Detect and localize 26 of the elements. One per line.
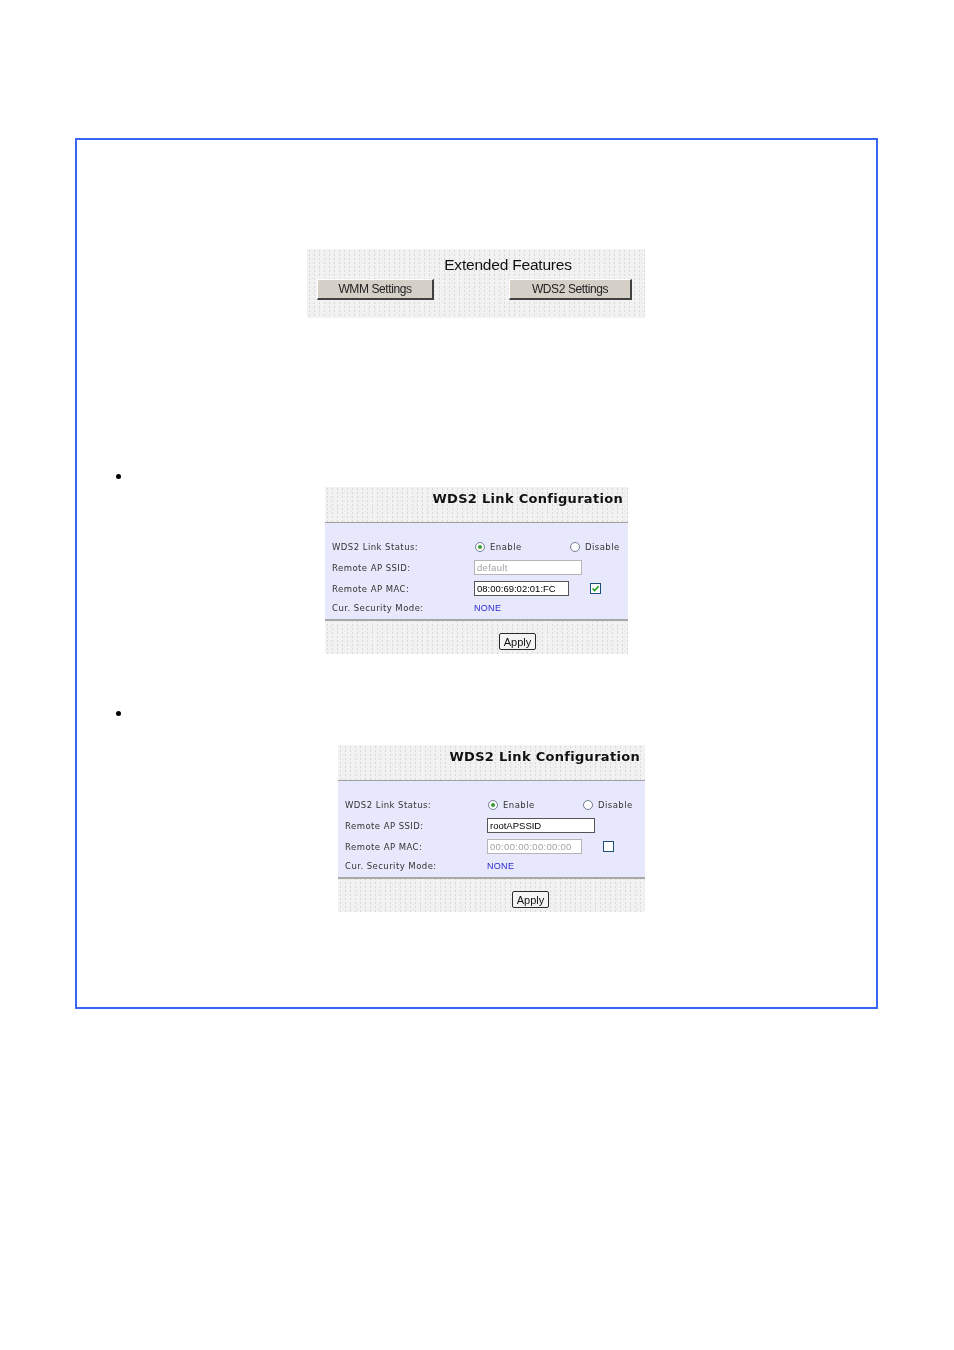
bullet-icon: [116, 711, 121, 716]
settings-button[interactable]: WMM Settings: [317, 279, 434, 300]
radio-option[interactable]: Enable: [487, 799, 582, 810]
field-label: Cur. Security Mode:: [331, 602, 425, 613]
panel-title: Extended Features: [443, 256, 573, 274]
field-label: Cur. Security Mode:: [344, 860, 438, 871]
field-label: WDS2 Link Status:: [344, 799, 433, 810]
apply-button[interactable]: Apply: [512, 891, 549, 908]
text-field[interactable]: rootAPSSID: [487, 818, 595, 833]
settings-button[interactable]: WDS2 Settings: [509, 279, 632, 300]
radio-option[interactable]: Enable: [474, 541, 569, 552]
field-label: Remote AP SSID:: [331, 562, 412, 573]
security-mode-value: NONE: [474, 602, 502, 613]
field-label: Remote AP MAC:: [331, 583, 411, 594]
panel-title: WDS2 Link Configuration: [449, 749, 640, 764]
security-mode-value: NONE: [487, 860, 515, 871]
field-label: Remote AP SSID:: [344, 820, 425, 831]
apply-button[interactable]: Apply: [499, 633, 536, 650]
panel-title: WDS2 Link Configuration: [432, 491, 623, 506]
field-label: WDS2 Link Status:: [331, 541, 420, 552]
radio-option[interactable]: Disable: [569, 541, 620, 552]
text-field[interactable]: 08:00:69:02:01:FC: [474, 581, 569, 596]
radio-option[interactable]: Disable: [582, 799, 633, 810]
field-label: Remote AP MAC:: [344, 841, 424, 852]
bullet-icon: [116, 474, 121, 479]
checkbox[interactable]: [590, 583, 601, 594]
